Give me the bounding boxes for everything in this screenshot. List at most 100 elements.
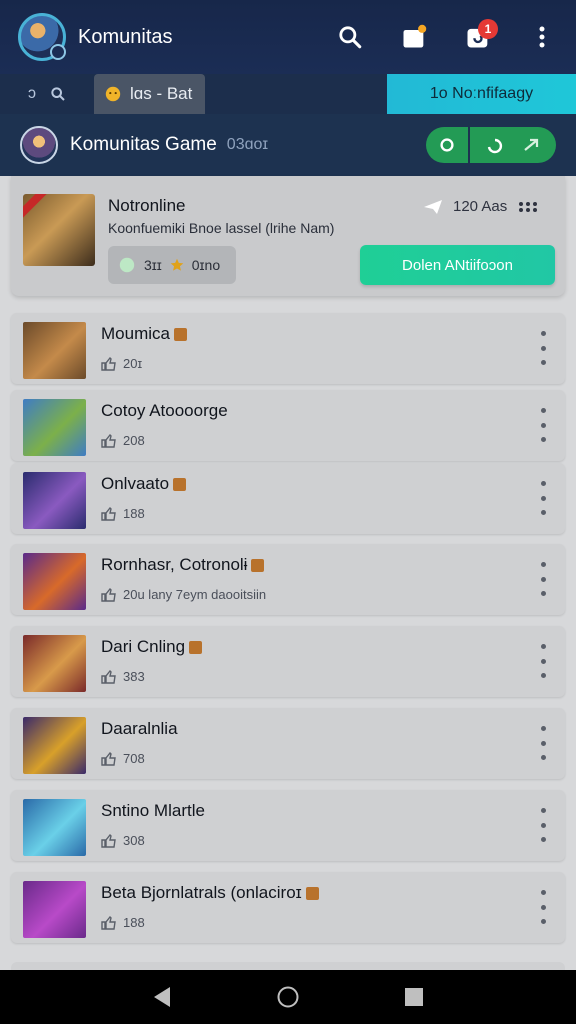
community-avatar[interactable]	[20, 126, 58, 164]
more-vertical-icon[interactable]	[539, 890, 547, 924]
thumbs-up-icon	[101, 915, 116, 930]
game-name: Beta Bjornlatrals (onlaciroɪ	[101, 883, 319, 903]
more-vertical-icon[interactable]	[539, 644, 547, 678]
home-icon[interactable]	[276, 985, 300, 1009]
more-vertical-icon[interactable]	[539, 562, 547, 596]
game-thumbnail	[23, 322, 86, 379]
game-list-item[interactable]: Moumica 20ɪ	[11, 313, 565, 384]
game-stat: 188	[101, 506, 145, 521]
game-list-item[interactable]: Rornhasr, Cotronolɨ 20u lany 7eym daooits…	[11, 544, 565, 615]
more-vertical-icon[interactable]	[539, 481, 547, 515]
game-list-item[interactable]: Sntino Mlartle 308	[11, 790, 565, 861]
more-vertical-icon[interactable]	[539, 808, 547, 842]
overflow-menu-button[interactable]	[524, 19, 560, 55]
treasure-icon	[305, 886, 319, 900]
tab-notifications-label: 1o Noːnfifaagy	[429, 85, 534, 102]
game-name: Daaralnlia	[101, 719, 178, 739]
game-thumbnail	[23, 799, 86, 856]
game-stat-text: 20ɪ	[123, 356, 143, 371]
more-vertical-icon[interactable]	[539, 331, 547, 365]
treasure-icon	[189, 640, 203, 654]
search-icon	[339, 26, 362, 49]
game-stat-text: 20u lany 7eym daooitsiin	[123, 587, 267, 602]
game-list-item[interactable]: Onlvaato 188	[11, 463, 565, 534]
featured-stat-right: 0ɪno	[191, 257, 221, 273]
thumbs-up-icon	[101, 356, 116, 371]
thumbs-up-icon	[101, 833, 116, 848]
tab-chat-label: lɑs - Bat	[130, 84, 193, 103]
featured-game-name: Notronline	[108, 196, 186, 215]
search-button[interactable]	[332, 19, 368, 55]
back-icon[interactable]	[152, 986, 172, 1008]
game-name: Cotoy Atoooorge	[101, 401, 228, 421]
game-stat-text: 383	[123, 669, 145, 684]
player-icon	[119, 257, 135, 273]
featured-game-card[interactable]: Notronline Koonfuemiki Bnoe lassel (lrih…	[11, 176, 565, 296]
game-stat-text: 308	[123, 833, 145, 848]
game-stat-text: 208	[123, 433, 145, 448]
recents-icon[interactable]	[404, 987, 424, 1007]
game-stat: 20u lany 7eym daooitsiin	[101, 587, 266, 602]
game-stat: 208	[101, 433, 145, 448]
star-icon	[170, 258, 184, 271]
featured-game-thumbnail	[23, 194, 95, 266]
game-name-text: Sntino Mlartle	[101, 801, 205, 820]
tab-strip: ɔ lɑs - Bat 1o Noːnfifaagy	[0, 74, 576, 114]
game-list-item[interactable]: Dari Cnling 383	[11, 626, 565, 697]
game-name: Moumica	[101, 324, 187, 344]
more-vertical-icon[interactable]	[539, 726, 547, 760]
game-name-text: Moumica	[101, 324, 170, 343]
treasure-icon	[251, 558, 265, 572]
thumbs-up-icon	[101, 669, 116, 684]
plane-icon	[424, 199, 442, 214]
more-vertical-icon[interactable]	[539, 408, 547, 442]
game-stat: 308	[101, 833, 145, 848]
refresh-icon	[440, 138, 454, 152]
game-name: Sntino Mlartle	[101, 801, 205, 821]
game-name: Dari Cnling	[101, 637, 203, 657]
featured-game-description: Koonfuemiki Bnoe lassel (lrihe Nam)	[108, 220, 335, 236]
game-name-text: Daaralnlia	[101, 719, 178, 738]
tab-misc[interactable]: ɔ	[0, 85, 94, 103]
game-list-item[interactable]: Daaralnlia 708	[11, 708, 565, 779]
notifications-button[interactable]: 1	[460, 19, 498, 55]
game-stat: 20ɪ	[101, 356, 142, 371]
system-nav-bar	[0, 970, 576, 1024]
game-name-text: Dari Cnling	[101, 637, 186, 656]
thumbs-up-icon	[101, 751, 116, 766]
game-list-item[interactable]: Beta Bjornlatrals (onlaciroɪ 188	[11, 872, 565, 943]
game-name: Rornhasr, Cotronolɨ	[101, 555, 265, 575]
join-button[interactable]: Dolen ANtiifoɔon	[360, 245, 555, 285]
game-thumbnail	[23, 635, 86, 692]
inbox-button[interactable]	[396, 19, 432, 55]
game-stat-text: 188	[123, 506, 145, 521]
community-title: Komunitas Game	[70, 134, 217, 155]
profile-avatar[interactable]	[18, 13, 66, 61]
game-stat-text: 708	[123, 751, 145, 766]
game-name-text: Onlvaato	[101, 474, 170, 493]
top-app-bar: Komunitas 1	[0, 0, 576, 74]
tab-misc-label: ɔ	[28, 85, 36, 102]
thumbs-up-icon	[101, 433, 116, 448]
thumbs-up-icon	[101, 506, 116, 521]
status-badge	[50, 44, 66, 60]
game-thumbnail	[23, 553, 86, 610]
search-icon	[51, 87, 65, 101]
tab-chat[interactable]: lɑs - Bat	[94, 74, 205, 114]
community-subtitle: 03ɑoɪ	[226, 136, 269, 153]
community-share-button[interactable]	[470, 127, 556, 163]
game-name-text: Beta Bjornlatrals (onlaciroɪ	[101, 883, 302, 902]
game-stat: 708	[101, 751, 145, 766]
more-vertical-icon	[539, 26, 545, 48]
grid-dots-icon[interactable]	[517, 201, 539, 213]
game-list-item[interactable]: Cotoy Atoooorge 208	[11, 390, 565, 461]
inbox-icon	[403, 24, 427, 48]
game-thumbnail	[23, 399, 86, 456]
thumbs-up-icon	[101, 587, 116, 602]
featured-stat-left: 3ɪɪ	[144, 257, 162, 273]
treasure-icon	[173, 477, 187, 491]
phone-icon	[487, 138, 503, 154]
tab-notifications[interactable]: 1o Noːnfifaagy	[387, 74, 576, 114]
game-stat: 383	[101, 669, 145, 684]
community-action-button[interactable]	[426, 127, 468, 163]
